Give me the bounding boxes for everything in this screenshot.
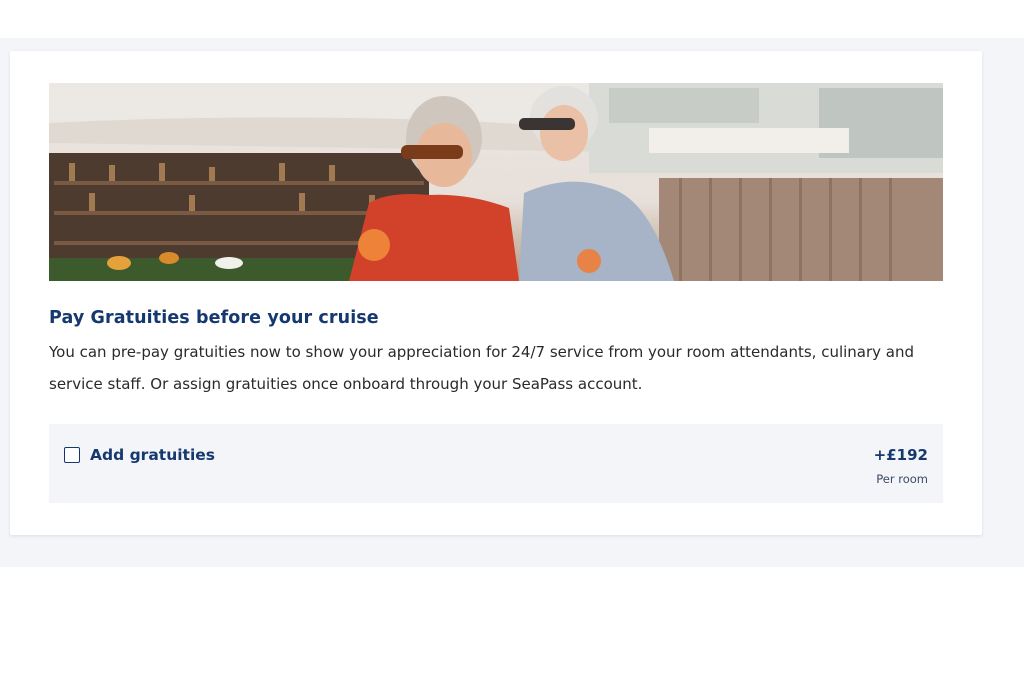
gratuities-card: Pay Gratuities before your cruise You ca… xyxy=(10,51,982,535)
add-gratuities-label[interactable]: Add gratuities xyxy=(90,446,215,464)
add-gratuities-panel: Add gratuities +£192 Per room xyxy=(49,424,943,503)
gratuities-price-unit: Per room xyxy=(876,472,928,486)
checkbox-unchecked-icon[interactable] xyxy=(64,447,80,463)
gratuities-description: You can pre-pay gratuities now to show y… xyxy=(49,343,915,393)
gratuities-price: +£192 xyxy=(873,446,928,464)
add-gratuities-option[interactable]: Add gratuities xyxy=(64,446,215,464)
hero-image xyxy=(49,83,943,281)
gratuities-title: Pay Gratuities before your cruise xyxy=(49,308,379,328)
